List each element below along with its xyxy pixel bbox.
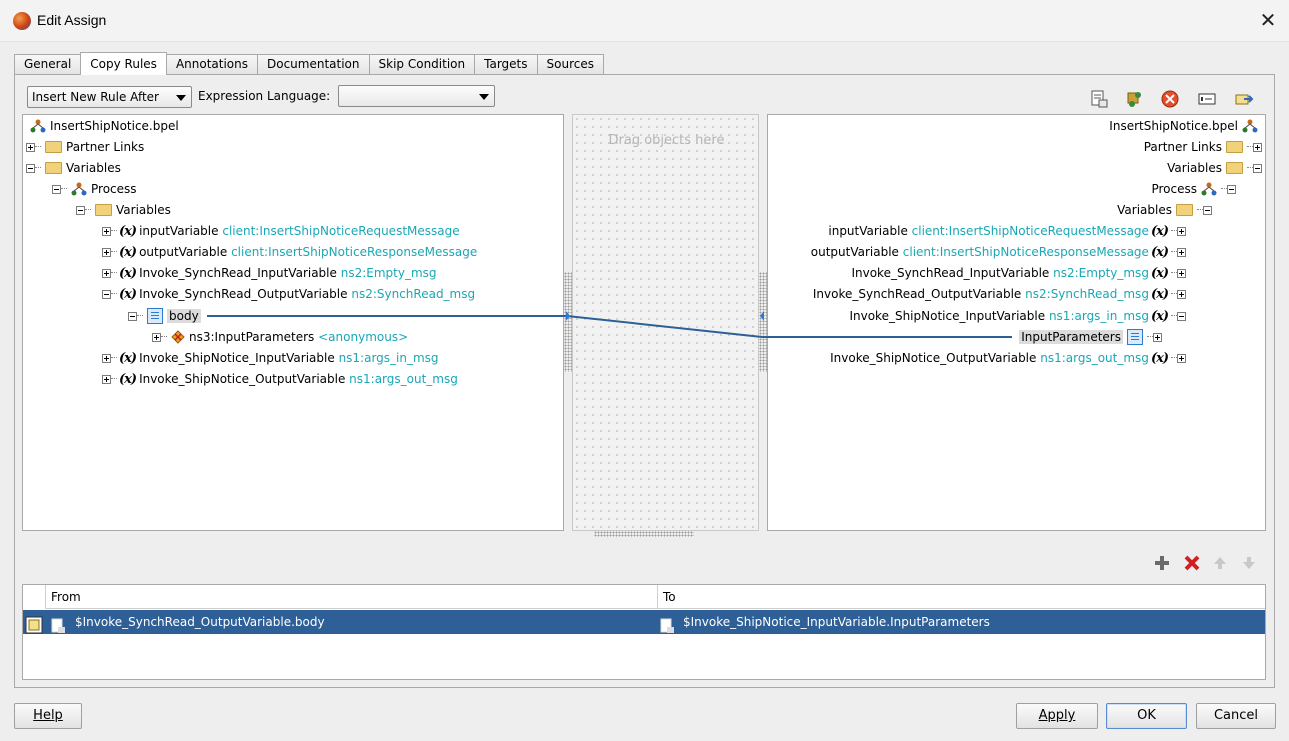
xpath-icon <box>51 618 65 633</box>
ok-button[interactable]: OK <box>1106 703 1187 729</box>
rule-to: $Invoke_ShipNotice_InputVariable.InputPa… <box>683 615 990 629</box>
tab-copy-rules[interactable]: Copy Rules <box>80 52 167 75</box>
move-up-icon[interactable] <box>1212 555 1228 571</box>
cancel-button[interactable]: Cancel <box>1196 703 1276 729</box>
delete-rule-icon[interactable] <box>1183 554 1201 572</box>
table-row[interactable]: $Invoke_SynchRead_OutputVariable.body $I… <box>23 610 1265 634</box>
copy-rules-table: From To $Invoke_SynchRead_OutputVariable… <box>22 584 1266 680</box>
column-header-to[interactable]: To <box>657 585 1265 609</box>
move-down-icon[interactable] <box>1241 555 1257 571</box>
column-header-from[interactable]: From <box>45 585 657 609</box>
apply-button[interactable]: Apply <box>1016 703 1098 729</box>
connector-arrow-icon <box>760 311 764 321</box>
help-button[interactable]: Help <box>14 703 82 729</box>
rule-type-icon <box>25 616 43 634</box>
rule-from: $Invoke_SynchRead_OutputVariable.body <box>75 615 325 629</box>
mapping-line <box>207 315 1012 338</box>
add-rule-icon[interactable] <box>1153 554 1171 572</box>
connector-arrow-icon <box>566 311 570 321</box>
xpath-icon <box>660 618 674 633</box>
